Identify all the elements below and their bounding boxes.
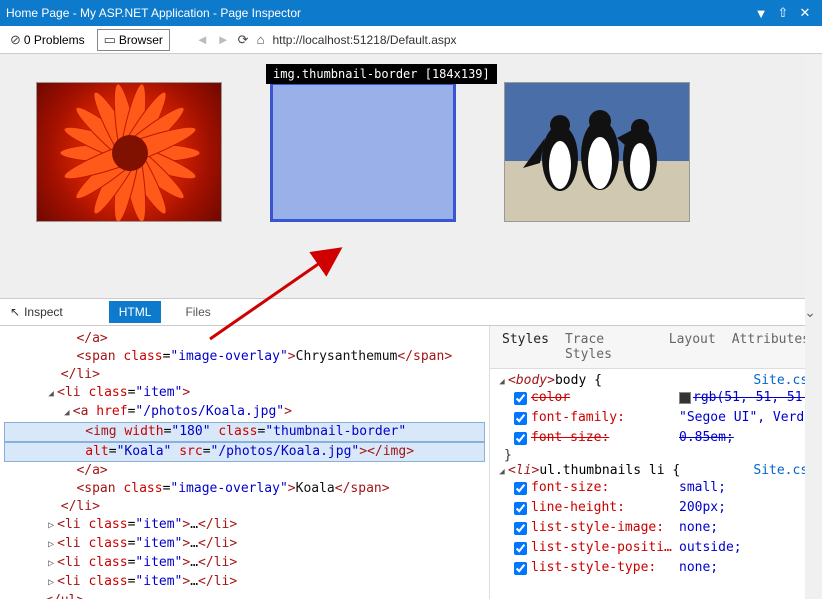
prop-toggle[interactable] [514,522,527,535]
title-bar: Home Page - My ASP.NET Application - Pag… [0,0,822,26]
rule-body[interactable]: <body> body {Site.css [496,373,816,388]
problems-label: 0 Problems [24,33,85,47]
thumbnail-penguins[interactable] [504,82,690,222]
browser-button[interactable]: ▭ Browser [97,29,170,51]
inspect-label: Inspect [24,305,63,319]
tab-layout[interactable]: Layout [667,330,718,364]
tab-trace-styles[interactable]: Trace Styles [563,330,655,364]
home-icon[interactable]: ⌂ [257,32,265,47]
tab-html[interactable]: HTML [109,301,162,323]
brace: } [496,448,816,463]
tab-files[interactable]: Files [175,301,220,323]
collapse-icon[interactable]: ⌄ [804,304,816,321]
prop-toggle[interactable] [514,432,527,445]
devtools-panels: </a> <span class="image-overlay">Chrysan… [0,326,822,599]
problems-indicator[interactable]: ⊘ 0 Problems [6,30,89,50]
browser-label: Browser [119,33,163,47]
element-hover-tooltip: img.thumbnail-border [184x139] [266,64,497,84]
expand-toggle[interactable] [45,384,57,403]
tab-attributes[interactable]: Attributes [730,330,812,364]
prohibit-icon: ⊘ [10,32,21,48]
styles-tabs: Styles Trace Styles Layout Attributes [490,326,822,369]
expand-toggle[interactable] [45,535,57,554]
color-swatch[interactable] [679,392,691,404]
expand-toggle[interactable] [61,403,73,422]
expand-toggle[interactable] [496,463,508,478]
expand-toggle[interactable] [45,573,57,592]
styles-panel: Styles Trace Styles Layout Attributes <b… [490,326,822,599]
prop-toggle[interactable] [514,392,527,405]
selected-node[interactable]: <img width="180" class="thumbnail-border… [4,422,485,442]
close-icon[interactable]: ✕ [794,5,816,21]
tab-styles[interactable]: Styles [500,330,551,364]
prop-toggle[interactable] [514,502,527,515]
thumbnail-koala-selected[interactable] [270,82,456,222]
prop-toggle[interactable] [514,542,527,555]
dropdown-icon[interactable]: ▼ [750,6,772,21]
rule-thumbnails-li[interactable]: <li> ul.thumbnails li {Site.css [496,463,816,478]
pin-icon[interactable]: ⇧ [772,5,794,21]
browser-content: img.thumbnail-border [184x139] [0,54,822,298]
inspector-toolbar: ↖ Inspect HTML Files ⌄ [0,298,822,326]
forward-icon[interactable]: ► [217,32,230,47]
prop-toggle[interactable] [514,412,527,425]
refresh-icon[interactable]: ⟳ [238,32,249,48]
cursor-icon: ↖ [10,305,20,319]
inspect-button[interactable]: ↖ Inspect [10,305,63,319]
toolbar: ⊘ 0 Problems ▭ Browser ◄ ► ⟳ ⌂ http://lo… [0,26,822,54]
thumbnail-chrysanthemum[interactable] [36,82,222,222]
prop-toggle[interactable] [514,562,527,575]
window-title: Home Page - My ASP.NET Application - Pag… [6,6,750,20]
vertical-scrollbar[interactable] [805,54,822,599]
window-icon: ▭ [104,32,116,48]
css-rules[interactable]: <body> body {Site.css colorrgb(51, 51, 5… [490,369,822,599]
prop-toggle[interactable] [514,482,527,495]
url-display[interactable]: http://localhost:51218/Default.aspx [272,33,456,47]
html-tree-panel[interactable]: </a> <span class="image-overlay">Chrysan… [0,326,490,599]
expand-toggle[interactable] [45,554,57,573]
expand-toggle[interactable] [496,373,508,388]
back-icon[interactable]: ◄ [196,32,209,47]
expand-toggle[interactable] [45,516,57,535]
